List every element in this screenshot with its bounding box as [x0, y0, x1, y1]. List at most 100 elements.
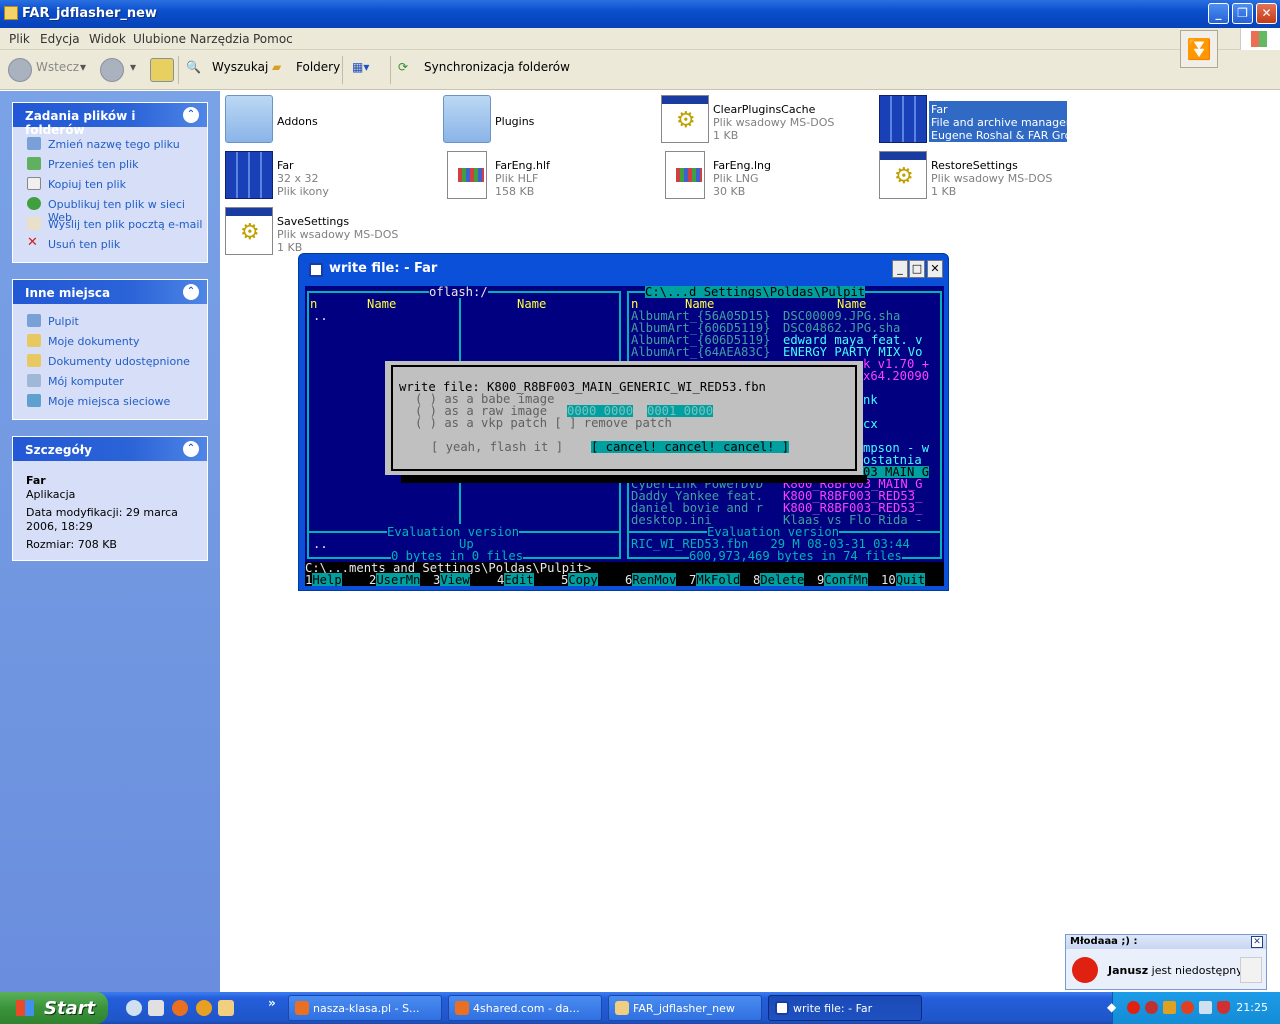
menu-ulubione[interactable]: Ulubione [133, 32, 186, 46]
detail-type: Aplikacja [26, 488, 76, 501]
place-desktop[interactable]: Pulpit [13, 310, 207, 330]
task-email[interactable]: Wyślij ten plik pocztą e-mail [13, 213, 207, 233]
quicklaunch-app-icon[interactable] [148, 1000, 164, 1016]
file-item-selected[interactable]: Far File and archive manager Eugene Rosh… [879, 95, 1085, 145]
menu-narzedzia[interactable]: Narzędzia [190, 32, 250, 46]
sync-icon[interactable]: ⟳ [398, 60, 408, 74]
collapse-icon[interactable]: ⌃ [183, 284, 199, 300]
window-title-bar[interactable]: FAR_jdflasher_new _ ❐ ✕ [0, 0, 1280, 28]
file-item[interactable]: Addons [225, 95, 415, 145]
left-updir[interactable]: .. [313, 310, 328, 322]
place-shared-documents[interactable]: Dokumenty udostępnione [13, 350, 207, 370]
forward-dropdown-icon[interactable]: ▾ [130, 60, 136, 74]
media-player-icon[interactable] [126, 1000, 142, 1016]
minimize-button[interactable]: _ [1208, 3, 1229, 24]
fkey-mkfold[interactable]: MkFold [696, 573, 741, 586]
far-close-button[interactable]: ✕ [927, 260, 943, 278]
task-rename[interactable]: Zmień nazwę tego pliku [13, 133, 207, 153]
forward-arrow-icon[interactable] [100, 58, 124, 82]
file-entry[interactable]: AlbumArt_{64AEA83C} [631, 346, 770, 358]
back-arrow-icon[interactable] [8, 58, 32, 82]
file-item[interactable]: ClearPluginsCache Plik wsadowy MS-DOS 1 … [661, 95, 851, 145]
fkey-help[interactable]: Help [312, 573, 342, 586]
other-places-header[interactable]: Inne miejsca ⌃ [13, 280, 207, 304]
folders-icon[interactable]: ▰ [272, 60, 281, 74]
search-icon[interactable]: 🔍 [186, 60, 201, 74]
task-publish[interactable]: Opublikuj ten plik w sieci Web [13, 193, 207, 224]
download-manager-icon[interactable]: ⏬ [1180, 30, 1218, 68]
file-item[interactable]: Plugins [443, 95, 633, 145]
task-move[interactable]: Przenieś ten plik [13, 153, 207, 173]
option-vkp-patch[interactable]: ( ) as a vkp patch [ ] remove patch [415, 417, 672, 429]
tray-app-icon[interactable] [1163, 1001, 1176, 1014]
file-entry[interactable]: nk [863, 394, 878, 406]
file-item[interactable]: RestoreSettings Plik wsadowy MS-DOS 1 KB [879, 151, 1069, 201]
collapse-icon[interactable]: ⌃ [183, 441, 199, 457]
file-entry[interactable]: cx [863, 418, 878, 430]
tray-expand-icon[interactable]: ◆ [1107, 1000, 1116, 1014]
fkey-edit[interactable]: Edit [504, 573, 534, 586]
write-file-dialog[interactable]: write file: K800_R8BF003_MAIN_GENERIC_WI… [385, 361, 863, 475]
menu-widok[interactable]: Widok [89, 32, 126, 46]
fkey-view[interactable]: View [440, 573, 470, 586]
file-entry[interactable]: x64.20090 [863, 370, 929, 382]
far-maximize-button[interactable]: □ [909, 260, 925, 278]
up-folder-icon[interactable] [150, 58, 174, 82]
task-pane: Zadania plików i folderów ⌃ Zmień nazwę t… [0, 91, 220, 992]
start-button[interactable]: Start [0, 992, 108, 1024]
task-nasza-klasa[interactable]: nasza-klasa.pl - S... [288, 995, 442, 1021]
tray-app-icon[interactable] [1145, 1001, 1158, 1014]
firefox-icon[interactable] [172, 1000, 188, 1016]
security-shield-icon[interactable] [1217, 1001, 1230, 1014]
views-icon[interactable]: ▦▾ [352, 60, 369, 74]
task-copy[interactable]: Kopiuj ten plik [13, 173, 207, 193]
cancel-button[interactable]: [ cancel! cancel! cancel! ] [591, 441, 790, 453]
folders-button[interactable]: Foldery [296, 60, 340, 74]
fkey-quit[interactable]: Quit [895, 573, 926, 586]
network-tray-icon[interactable] [1199, 1001, 1212, 1014]
far-window[interactable]: write file: - Far _ □ ✕ oflash:/ C:\...d… [298, 253, 949, 591]
flash-button[interactable]: [ yeah, flash it ] [431, 441, 563, 453]
collapse-icon[interactable]: ⌃ [183, 107, 199, 123]
back-dropdown-icon[interactable]: ▾ [80, 60, 86, 74]
notification-popup[interactable]: Młodaaa ;) : ✕ Janusz jest niedostępny [1065, 934, 1267, 990]
fkey-renmov[interactable]: RenMov [632, 573, 677, 586]
notification-close-icon[interactable]: ✕ [1251, 936, 1263, 948]
delete-icon: ✕ [27, 235, 38, 250]
task-delete[interactable]: ✕ Usuń ten plik [13, 233, 207, 253]
file-item[interactable]: FarEng.hlf Plik HLF 158 KB [443, 151, 633, 201]
gadu-gadu-icon[interactable] [196, 1000, 212, 1016]
fkey-delete[interactable]: Delete [760, 573, 805, 586]
file-item[interactable]: FarEng.lng Plik LNG 30 KB [661, 151, 851, 201]
task-4shared[interactable]: 4shared.com - da... [448, 995, 602, 1021]
file-entry[interactable]: desktop.ini [631, 514, 712, 526]
back-button[interactable]: Wstecz [36, 60, 79, 74]
fkey-usermn[interactable]: UserMn [376, 573, 421, 586]
file-tasks-header[interactable]: Zadania plików i folderów ⌃ [13, 103, 207, 137]
place-network[interactable]: Moje miejsca sieciowe [13, 390, 207, 410]
maximize-button[interactable]: ❐ [1232, 3, 1253, 24]
quicklaunch-more-icon[interactable]: » [268, 996, 276, 1010]
fkey-confmn[interactable]: ConfMn [824, 573, 869, 586]
place-my-documents[interactable]: Moje dokumenty [13, 330, 207, 350]
far-console[interactable]: oflash:/ C:\...d Settings\Poldas\Pulpit … [305, 286, 944, 586]
menu-pomoc[interactable]: Pomoc [253, 32, 293, 46]
task-far-jdflasher[interactable]: FAR_jdflasher_new [608, 995, 762, 1021]
sync-button[interactable]: Synchronizacja folderów [424, 60, 570, 74]
place-my-computer[interactable]: Mój komputer [13, 370, 207, 390]
far-minimize-button[interactable]: _ [892, 260, 908, 278]
file-item[interactable]: Far 32 x 32 Plik ikony [225, 151, 415, 201]
quicklaunch-folder-icon[interactable] [218, 1000, 234, 1016]
close-button[interactable]: ✕ [1256, 3, 1277, 24]
search-button[interactable]: Wyszukaj [212, 60, 268, 74]
details-header[interactable]: Szczegóły ⌃ [13, 437, 207, 461]
menu-plik[interactable]: Plik [9, 32, 30, 46]
menu-edycja[interactable]: Edycja [40, 32, 80, 46]
fkey-copy[interactable]: Copy [568, 573, 598, 586]
file-item[interactable]: SaveSettings Plik wsadowy MS-DOS 1 KB [225, 207, 415, 257]
gadu-gadu-tray-icon[interactable] [1127, 1001, 1140, 1014]
right-panel-path: C:\...d Settings\Poldas\Pulpit [645, 286, 866, 299]
tray-app-icon[interactable] [1181, 1001, 1194, 1014]
globe-icon [27, 197, 41, 210]
task-write-file-far[interactable]: write file: - Far [768, 995, 922, 1021]
